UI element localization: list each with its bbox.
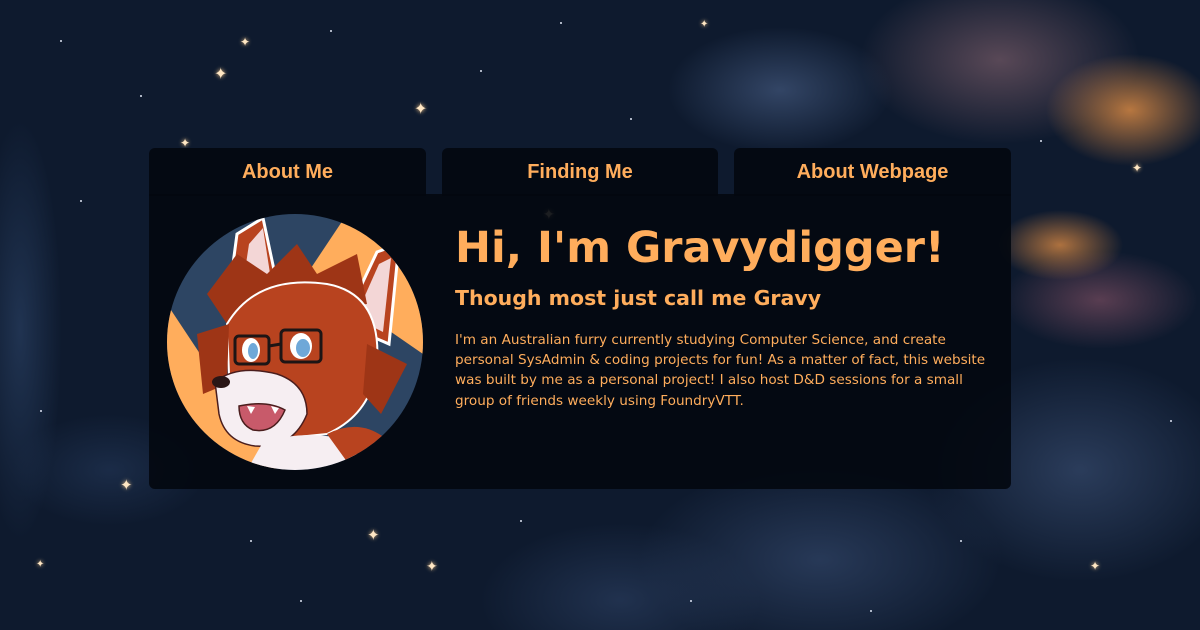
star-dot [520,520,522,522]
star-icon: ✦ [1132,161,1143,175]
fox-avatar-illustration [167,214,423,470]
tab-finding-me[interactable]: Finding Me [442,148,718,196]
star-icon: ✦ [120,476,133,494]
star-icon: ✦ [240,35,251,49]
content-card: About Me Finding Me About Webpage Hi, I'… [149,148,1011,489]
star-dot [870,610,872,612]
star-icon: ✦ [36,559,45,570]
page-subtitle: Though most just call me Gravy [455,286,822,310]
star-icon: ✦ [367,526,380,544]
star-dot [300,600,302,602]
avatar [167,214,423,470]
star-dot [690,600,692,602]
star-icon: ✦ [214,64,228,83]
star-dot [1040,140,1042,142]
page-title: Hi, I'm Gravydigger! [455,223,945,273]
star-dot [560,22,562,24]
page: { "nav": { "tabs": [ {"label": "About Me… [0,0,1200,630]
tab-about-webpage[interactable]: About Webpage [734,148,1011,196]
tab-about-me[interactable]: About Me [149,148,426,196]
star-dot [140,95,142,97]
star-dot [80,200,82,202]
about-panel: Hi, I'm Gravydigger! Though most just ca… [149,194,1011,489]
star-icon: ✦ [414,99,428,118]
star-icon: ✦ [700,19,709,30]
star-dot [960,540,962,542]
star-dot [630,118,632,120]
star-icon: ✦ [1090,559,1101,573]
star-icon: ✦ [426,559,438,575]
star-dot [60,40,62,42]
star-dot [40,410,42,412]
star-dot [250,540,252,542]
star-dot [330,30,332,32]
bio-text: I'm an Australian furry currently studyi… [455,332,986,409]
star-dot [1170,420,1172,422]
star-dot [480,70,482,72]
